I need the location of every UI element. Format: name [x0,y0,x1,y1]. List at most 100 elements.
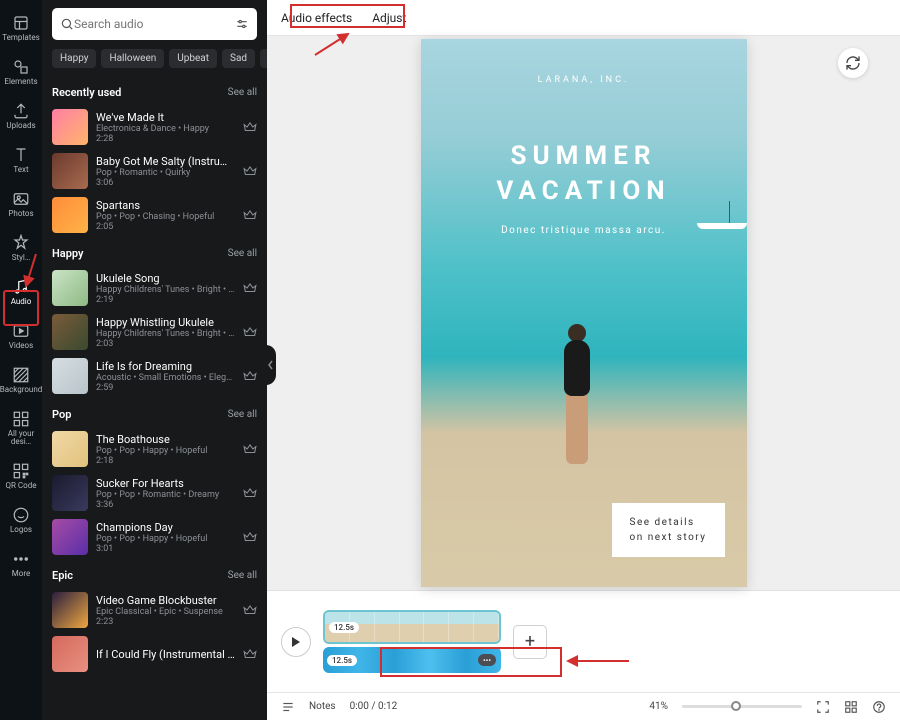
audio-track[interactable]: 12.5s ••• [323,647,501,673]
audio-title: Video Game Blockbuster [96,594,235,607]
uploads-icon [12,102,30,120]
search-input[interactable] [74,17,235,31]
audio-effects-button[interactable]: Audio effects [281,11,352,25]
search-icon [60,17,74,31]
person-graphic [547,324,607,504]
premium-icon [243,281,257,295]
see-all-link[interactable]: See all [228,570,257,581]
audio-thumb [52,358,88,394]
audio-duration: 2:23 [96,617,235,627]
notes-icon [281,700,295,714]
audio-item[interactable]: Ukulele SongHappy Childrens' Tunes • Bri… [52,266,257,310]
rail-more[interactable]: More [0,542,42,586]
premium-icon [243,647,257,661]
chip-upbeat[interactable]: Upbeat [169,49,217,68]
rail-background[interactable]: Background [0,358,42,402]
audio-thumb [52,270,88,306]
audio-thumb [52,475,88,511]
audio-thumb [52,197,88,233]
help-icon[interactable] [872,700,886,714]
rail-videos[interactable]: Videos [0,314,42,358]
audio-track-menu[interactable]: ••• [478,654,496,666]
sync-button[interactable] [838,48,868,78]
filter-chips: HappyHalloweenUpbeatSadP [42,48,267,76]
styles-icon [12,234,30,252]
play-button[interactable] [281,627,311,657]
premium-icon [243,603,257,617]
zoom-value: 41% [649,701,668,712]
audio-item[interactable]: The BoathousePop • Pop • Happy • Hopeful… [52,427,257,471]
rail-uploads[interactable]: Uploads [0,94,42,138]
grid-icon[interactable] [844,700,858,714]
audio-duration: 2:28 [96,134,235,144]
chip-sad[interactable]: Sad [222,49,255,68]
premium-icon [243,325,257,339]
audio-subtitle: Happy Childrens' Tunes • Bright • … [96,285,235,295]
audio-item[interactable]: We've Made ItElectronica & Dance • Happy… [52,105,257,149]
audio-thumb [52,153,88,189]
audio-subtitle: Acoustic • Small Emotions • Elegant • … [96,373,235,383]
premium-icon [243,442,257,456]
audio-item[interactable]: Happy Whistling UkuleleHappy Childrens' … [52,310,257,354]
audio-panel: HappyHalloweenUpbeatSadP Recently usedSe… [42,0,267,720]
audio-item[interactable]: SpartansPop • Pop • Chasing • Hopeful2:0… [52,193,257,237]
premium-icon [243,164,257,178]
audio-duration: 3:01 [96,544,235,554]
rail-templates[interactable]: Templates [0,6,42,50]
audio-duration: 3:36 [96,500,235,510]
video-duration-badge: 12.5s [329,622,359,633]
qrcode-icon [12,462,30,480]
see-all-link[interactable]: See all [228,87,257,98]
rail-logos[interactable]: Logos [0,498,42,542]
rail-elements[interactable]: Elements [0,50,42,94]
search-box[interactable] [52,8,257,40]
audio-item[interactable]: Baby Got Me Salty (Instrumental …Pop • R… [52,149,257,193]
canvas-area[interactable]: LARANA, INC. SUMMERVACATION Donec tristi… [267,36,900,590]
section-title: Pop [52,408,71,421]
adjust-button[interactable]: Adjust [372,11,406,25]
rail-photos[interactable]: Photos [0,182,42,226]
background-icon [12,366,30,384]
design-canvas[interactable]: LARANA, INC. SUMMERVACATION Donec tristi… [421,39,747,587]
premium-icon [243,369,257,383]
notes-button[interactable]: Notes [309,701,336,712]
add-page-button[interactable]: + [513,625,547,659]
videos-icon [12,322,30,340]
see-all-link[interactable]: See all [228,409,257,420]
audio-thumb [52,636,88,672]
audio-item[interactable]: Life Is for DreamingAcoustic • Small Emo… [52,354,257,398]
filter-icon[interactable] [235,17,249,31]
audio-item[interactable]: Sucker For HeartsPop • Pop • Romantic • … [52,471,257,515]
chip-halloween[interactable]: Halloween [101,49,164,68]
audio-subtitle: Electronica & Dance • Happy [96,124,235,134]
premium-icon [243,120,257,134]
rail-audio[interactable]: Audio [0,270,42,314]
audio-icon [12,278,30,296]
rail-styles[interactable]: Styl… [0,226,42,270]
audio-thumb [52,109,88,145]
chip-happy[interactable]: Happy [52,49,96,68]
context-toolbar: Audio effects Adjust [267,0,900,36]
more-icon [12,550,30,568]
audio-thumb [52,314,88,350]
zoom-slider[interactable] [682,705,802,708]
bottom-bar: Notes 0:00 / 0:12 41% [267,692,900,720]
see-all-link[interactable]: See all [228,248,257,259]
rail-qrcode[interactable]: QR Code [0,454,42,498]
rail-folder[interactable]: All your desi… [0,402,42,454]
side-rail: TemplatesElementsUploadsTextPhotosStyl…A… [0,0,42,720]
audio-item[interactable]: Video Game BlockbusterEpic Classical • E… [52,588,257,632]
rail-text[interactable]: Text [0,138,42,182]
section-title: Happy [52,247,83,260]
folder-icon [12,410,30,428]
panel-collapse-handle[interactable] [266,345,276,385]
section-title: Recently used [52,86,121,99]
fullscreen-icon[interactable] [816,700,830,714]
premium-icon [243,530,257,544]
audio-item[interactable]: If I Could Fly (Instrumental Versio… [52,632,257,676]
boat-graphic [697,199,747,229]
audio-subtitle: Pop • Pop • Romantic • Dreamy [96,490,235,500]
video-track[interactable]: 12.5s [323,610,501,644]
section-title: Epic [52,569,73,582]
audio-item[interactable]: Champions DayPop • Pop • Happy • Hopeful… [52,515,257,559]
